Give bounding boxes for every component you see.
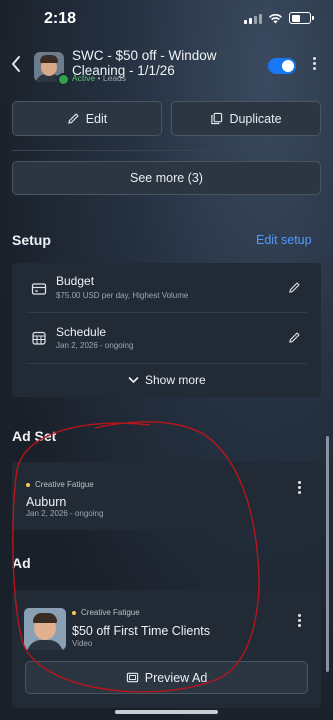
more-icon[interactable]: [298, 614, 301, 627]
schedule-label: Schedule: [56, 325, 107, 339]
ad-set-name: Auburn: [26, 495, 67, 509]
card-icon: [31, 283, 47, 295]
duplicate-button[interactable]: Duplicate: [171, 101, 321, 136]
budget-label: Budget: [56, 274, 95, 288]
pencil-icon[interactable]: [288, 281, 301, 294]
setup-card: Budget $75.00 USD per day, Highest Volum…: [12, 263, 321, 397]
show-more-label: Show more: [145, 373, 206, 387]
budget-detail: $75.00 USD per day, Highest Volume: [56, 291, 189, 300]
row-separator: [26, 363, 307, 364]
edit-label: Edit: [85, 111, 108, 126]
status-separator: •: [95, 73, 103, 83]
see-more-button[interactable]: See more (3): [12, 161, 321, 195]
creative-fatigue-badge: Creative Fatigue: [26, 480, 94, 489]
status-time: 2:18: [44, 10, 77, 27]
edit-button[interactable]: Edit: [12, 101, 162, 136]
badge-label: Creative Fatigue: [81, 608, 140, 617]
preview-icon: [126, 672, 138, 683]
duplicate-label: Duplicate: [229, 111, 282, 126]
preview-ad-label: Preview Ad: [144, 670, 208, 685]
more-icon[interactable]: [298, 481, 301, 494]
ad-heading: Ad: [12, 555, 31, 571]
ad-set-heading: Ad Set: [12, 428, 57, 444]
pencil-icon[interactable]: [288, 331, 301, 344]
row-separator: [26, 312, 307, 313]
section-divider: [12, 150, 321, 151]
active-status-dot: [57, 73, 70, 86]
preview-ad-button[interactable]: Preview Ad: [25, 661, 308, 694]
more-icon[interactable]: [313, 57, 316, 70]
chevron-down-icon: [128, 377, 139, 384]
calendar-icon: [32, 331, 46, 345]
battery-icon: [289, 12, 314, 24]
see-more-label: See more (3): [130, 171, 203, 185]
signal-icon: [244, 13, 262, 24]
pencil-icon: [68, 113, 79, 124]
scrollbar[interactable]: [326, 436, 329, 672]
ad-set-card[interactable]: Creative Fatigue Auburn Jan 2, 2026 - on…: [12, 462, 321, 530]
wifi-icon: [268, 13, 283, 23]
show-more-button[interactable]: Show more: [128, 373, 206, 387]
creative-fatigue-badge: Creative Fatigue: [72, 608, 140, 617]
ad-set-dates: Jan 2, 2026 - ongoing: [26, 509, 104, 518]
schedule-detail: Jan 2, 2026 - ongoing: [56, 341, 134, 350]
status-active-label: Active: [72, 73, 96, 83]
home-indicator: [115, 710, 218, 714]
edit-setup-link[interactable]: Edit setup: [256, 233, 312, 247]
ad-thumbnail: [24, 608, 66, 650]
status-icons: [244, 12, 314, 24]
campaign-toggle[interactable]: [268, 58, 296, 74]
duplicate-icon: [211, 112, 223, 125]
ad-format: Video: [72, 639, 93, 648]
campaign-objective: Leads: [102, 73, 127, 83]
campaign-subtitle: Active • Leads: [72, 73, 126, 83]
badge-label: Creative Fatigue: [35, 480, 94, 489]
setup-heading: Setup: [12, 232, 51, 248]
ad-name: $50 off First Time Clients: [72, 624, 211, 638]
back-icon[interactable]: [10, 54, 22, 79]
